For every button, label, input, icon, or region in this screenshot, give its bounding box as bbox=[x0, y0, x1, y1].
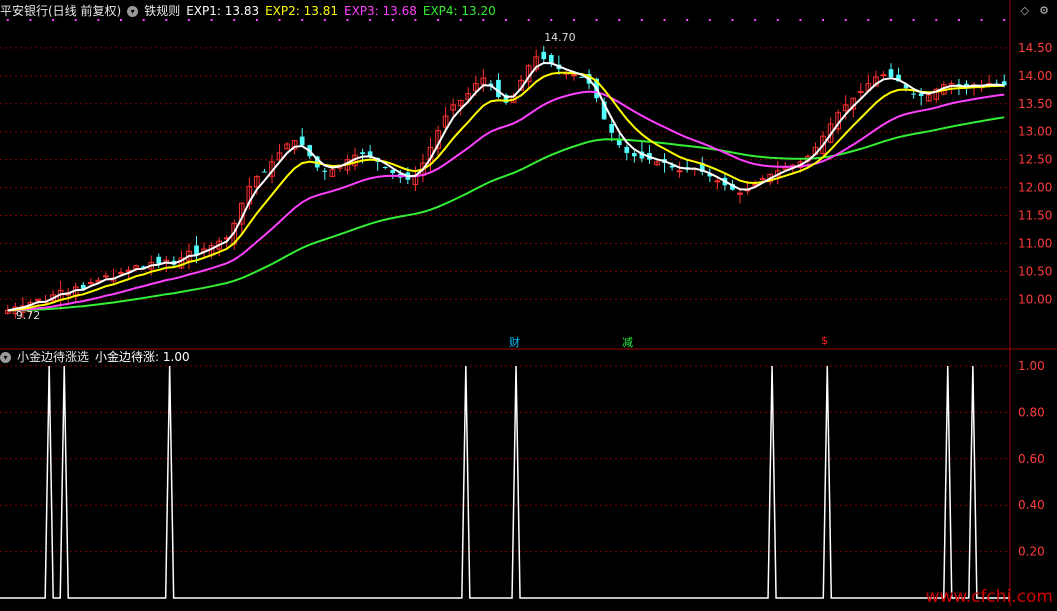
candle-body-up bbox=[571, 74, 577, 77]
candle-body-down bbox=[918, 93, 924, 96]
price-tick-label: 14.00 bbox=[1018, 69, 1052, 83]
main-header: 平安银行(日线 前复权) ▾ 铁规则 EXP1: 13.83 EXP2: 13.81 EX… bbox=[0, 1, 502, 21]
indicator-name[interactable]: 铁规则 bbox=[144, 4, 180, 18]
stock-chart-window: 14.50 14.00 13.50 13.00 12.50 12.00 11.50 11.00… bbox=[0, 0, 1057, 607]
price-tick-label: 13.00 bbox=[1018, 125, 1052, 139]
sub-tick-label: 0.60 bbox=[1018, 452, 1045, 466]
candle-body-down bbox=[262, 171, 267, 173]
sub-header: ▾ 小金边待涨选 小金边待涨: 1.00 bbox=[0, 347, 196, 367]
candle-body-up bbox=[857, 90, 864, 93]
top-dot-marker bbox=[686, 19, 689, 21]
watermark: www.cfchi.com bbox=[925, 587, 1053, 607]
top-dot-marker bbox=[799, 19, 802, 21]
candle-body-up bbox=[676, 170, 683, 173]
candle-body-down bbox=[382, 166, 388, 168]
candle-body-down bbox=[911, 93, 916, 95]
candle-body-down bbox=[888, 69, 894, 77]
high-annotation: 14.70 bbox=[544, 31, 576, 44]
price-tick-label: 12.00 bbox=[1018, 181, 1052, 195]
candle-body-down bbox=[322, 170, 328, 172]
candle-body-down bbox=[156, 256, 162, 264]
exp2-label: EXP2: 13.81 bbox=[265, 4, 338, 18]
top-dot-marker bbox=[867, 19, 870, 21]
candle-body-up bbox=[87, 282, 94, 285]
top-dot-marker bbox=[731, 19, 734, 21]
candle-body-down bbox=[579, 76, 584, 78]
top-dot-marker bbox=[663, 19, 666, 21]
sub-indicator-name[interactable]: 小金边待涨选 bbox=[17, 350, 89, 364]
candle-body-down bbox=[194, 245, 199, 255]
top-dot-marker bbox=[527, 19, 530, 21]
candle-body-down bbox=[360, 152, 365, 155]
sub-tick-label: 0.20 bbox=[1018, 545, 1045, 559]
sub-tick-label: 1.00 bbox=[1018, 359, 1045, 373]
top-dot-marker bbox=[754, 19, 757, 21]
price-tick-label: 10.50 bbox=[1018, 264, 1052, 278]
diamond-icon[interactable]: ◇ bbox=[1021, 4, 1029, 17]
chart-canvas[interactable]: 14.50 14.00 13.50 13.00 12.50 12.00 11.50 11.00… bbox=[0, 0, 1057, 607]
sub-tick-label: 0.80 bbox=[1018, 405, 1045, 419]
sub-tick-label: 0.40 bbox=[1018, 498, 1045, 512]
top-dot-marker bbox=[822, 19, 825, 21]
reduce-marker[interactable]: 减 bbox=[622, 334, 633, 350]
top-dot-marker bbox=[844, 19, 847, 21]
top-dot-marker bbox=[957, 19, 960, 21]
gear-icon[interactable]: ⚙ bbox=[1039, 4, 1049, 17]
price-tick-label: 11.00 bbox=[1018, 236, 1052, 250]
price-tick-label: 11.50 bbox=[1018, 208, 1052, 222]
candle-body-down bbox=[541, 51, 547, 60]
candle-body-down bbox=[631, 153, 637, 157]
candle-body-down bbox=[299, 136, 305, 146]
finance-marker[interactable]: 财 bbox=[509, 334, 520, 350]
top-dot-marker bbox=[640, 19, 643, 21]
top-dot-marker bbox=[935, 19, 938, 21]
candle-body-down bbox=[496, 79, 501, 98]
top-dot-marker bbox=[708, 19, 711, 21]
candle-body-down bbox=[609, 124, 615, 133]
top-dot-marker bbox=[572, 19, 575, 21]
top-dot-marker bbox=[912, 19, 915, 21]
top-dot-marker bbox=[776, 19, 779, 21]
dividend-marker[interactable]: $ bbox=[821, 334, 828, 347]
top-dot-marker bbox=[1003, 19, 1006, 21]
top-dot-marker bbox=[595, 19, 598, 21]
stock-name[interactable]: 平安银行(日线 前复权) bbox=[0, 4, 121, 18]
sub-indicator-value: 小金边待涨: 1.00 bbox=[95, 350, 190, 364]
exp3-label: EXP3: 13.68 bbox=[343, 4, 417, 18]
candle-body-up bbox=[714, 180, 721, 183]
exp1-label: EXP1: 13.83 bbox=[186, 4, 260, 18]
candle-body-up bbox=[118, 271, 124, 274]
price-tick-label: 14.50 bbox=[1018, 41, 1052, 55]
ema-line-exp2 bbox=[7, 71, 1005, 312]
candle-body-up bbox=[880, 74, 887, 77]
top-dot-marker bbox=[505, 19, 507, 21]
price-tick-label: 12.50 bbox=[1018, 153, 1052, 167]
price-tick-label: 13.50 bbox=[1018, 97, 1052, 111]
top-dot-marker bbox=[550, 19, 553, 21]
top-dot-marker bbox=[889, 19, 892, 21]
low-annotation: 9.72 bbox=[16, 309, 41, 322]
top-dot-marker bbox=[618, 19, 621, 21]
exp4-label: EXP4: 13.20 bbox=[422, 4, 496, 18]
top-dot-marker bbox=[980, 19, 983, 21]
candle-body-up bbox=[759, 178, 766, 181]
price-tick-label: 10.00 bbox=[1018, 292, 1052, 306]
candle-body-down bbox=[624, 147, 630, 153]
signal-line bbox=[0, 365, 1010, 599]
dropdown-circle-icon[interactable]: ▾ bbox=[127, 6, 139, 17]
dropdown-circle-icon[interactable]: ▾ bbox=[0, 352, 11, 363]
